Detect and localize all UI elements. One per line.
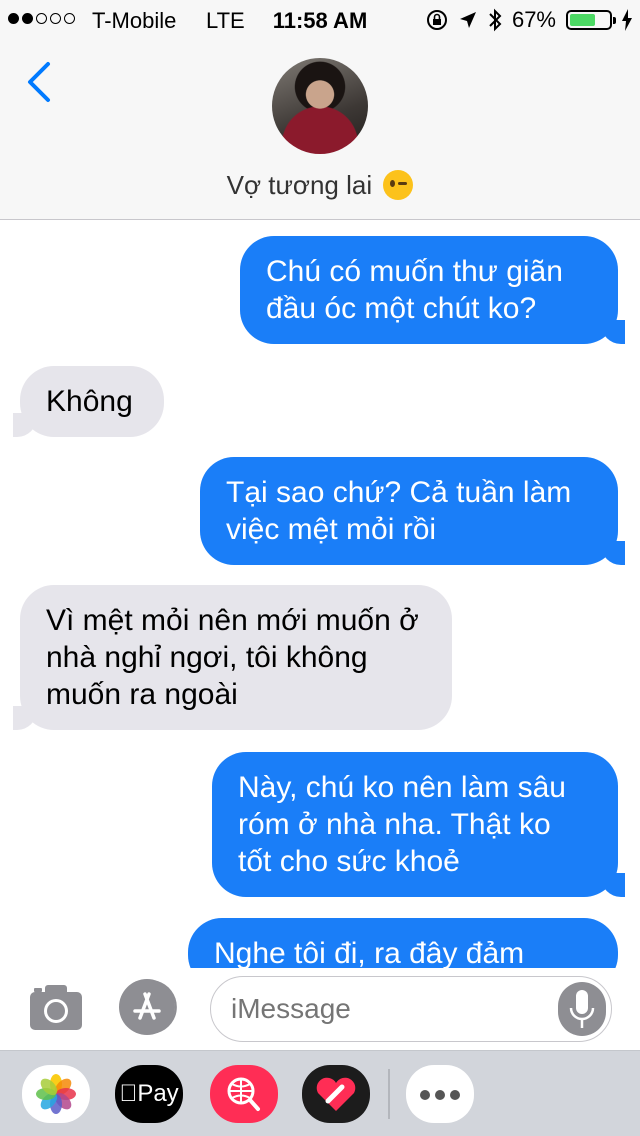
battery-icon — [566, 10, 616, 30]
message-bubble-sent[interactable]: Này, chú ko nên làm sâu róm ở nhà nha. T… — [212, 752, 625, 897]
apple-pay-app-button[interactable]: Pay — [115, 1065, 183, 1123]
more-dot-icon — [435, 1090, 445, 1100]
orientation-lock-icon — [426, 10, 447, 30]
photos-icon — [36, 1074, 76, 1114]
imessage-app-drawer: Pay — [0, 1050, 640, 1136]
location-arrow-icon — [459, 12, 476, 28]
apple-pay-label: Pay — [128, 1080, 178, 1107]
app-store-button[interactable] — [118, 978, 180, 1036]
winking-face-icon — [383, 170, 414, 200]
heart-icon — [316, 1077, 356, 1111]
status-right: 67% — [426, 7, 632, 33]
charging-bolt-icon — [622, 9, 632, 31]
message-bubble-sent[interactable]: Tại sao chứ? Cả tuần làm việc mệt mỏi rồ… — [200, 457, 625, 565]
more-dot-icon — [450, 1090, 460, 1100]
app-store-icon — [119, 979, 177, 1035]
message-bubble-received[interactable]: Vì mệt mỏi nên mới muốn ở nhà nghỉ ngơi,… — [13, 585, 452, 730]
image-search-app-button[interactable] — [210, 1065, 278, 1123]
contact-name-row[interactable]: Vợ tương lai — [0, 170, 640, 201]
globe-search-icon — [227, 1077, 260, 1111]
message-input-bar — [0, 968, 640, 1050]
camera-button[interactable] — [28, 982, 84, 1032]
message-input[interactable] — [210, 976, 612, 1042]
message-bubble-sent[interactable]: Chú có muốn thư giãn đầu óc một chút ko? — [240, 236, 625, 344]
camera-icon — [30, 985, 82, 1030]
contact-avatar[interactable] — [272, 58, 368, 154]
message-bubble-sent[interactable]: Nghe tôi đi, ra đây đảm — [188, 918, 618, 968]
battery-percent: 67% — [511, 7, 556, 32]
status-bar: T-Mobile LTE 11:58 AM 67% — [0, 0, 640, 40]
more-apps-button[interactable] — [406, 1065, 474, 1123]
more-dot-icon — [420, 1090, 430, 1100]
dictation-button[interactable] — [558, 982, 606, 1036]
message-list[interactable]: Chú có muốn thư giãn đầu óc một chút ko?… — [0, 220, 640, 968]
microphone-icon — [569, 990, 595, 1028]
digital-touch-app-button[interactable] — [302, 1065, 370, 1123]
chevron-left-icon — [28, 62, 50, 102]
message-bubble-received[interactable]: Không — [13, 366, 164, 437]
conversation-header: Vợ tương lai — [0, 40, 640, 220]
apple-logo-icon:  — [119, 1080, 137, 1107]
drawer-divider — [388, 1069, 390, 1119]
battery-level — [570, 14, 596, 26]
bluetooth-icon — [489, 8, 502, 32]
contact-name: Vợ tương lai — [226, 170, 373, 200]
back-button[interactable] — [22, 60, 62, 104]
photos-app-button[interactable] — [22, 1065, 90, 1123]
